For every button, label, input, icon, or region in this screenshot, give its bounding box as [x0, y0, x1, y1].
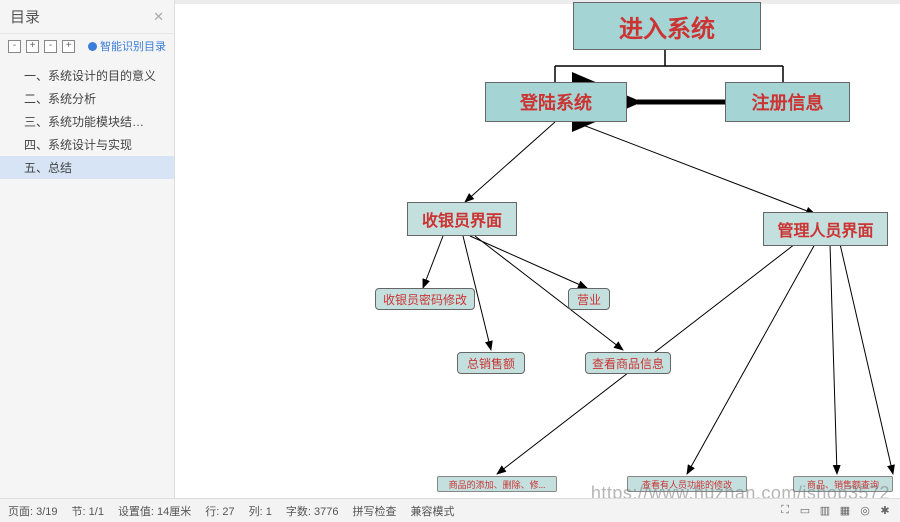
watermark-text: https://www.huzhan.com/ishop3572 — [591, 483, 890, 498]
node-root: 进入系统 — [573, 2, 761, 50]
node-sales: 总销售额 — [457, 352, 525, 374]
status-chars[interactable]: 字数: 3776 — [286, 503, 339, 519]
status-section[interactable]: 节: 1/1 — [72, 503, 104, 519]
toc-item[interactable]: 四、系统设计与实现 — [0, 133, 174, 156]
collapse-all-icon[interactable]: - — [8, 40, 21, 53]
node-cashier: 收银员界面 — [407, 202, 517, 236]
status-col[interactable]: 列: 1 — [249, 503, 272, 519]
view-web-icon[interactable]: ▦ — [838, 504, 852, 518]
node-admin: 管理人员界面 — [763, 212, 888, 246]
status-page[interactable]: 页面: 3/19 — [8, 503, 58, 519]
node-goods: 查看商品信息 — [585, 352, 671, 374]
toc-item[interactable]: 五、总结 — [0, 156, 174, 179]
smart-toc-button[interactable]: 智能识别目录 — [88, 38, 166, 54]
toc-list: 一、系统设计的目的意义 二、系统分析 三、系统功能模块结构设 ... 四、系统设… — [0, 58, 174, 185]
sidebar-toolbar: - + - + 智能识别目录 — [0, 34, 174, 58]
expand-icon[interactable]: + — [62, 40, 75, 53]
flowchart-diagram: 进入系统 登陆系统 注册信息 收银员界面 管理人员界面 收银员密码修改 营业 总… — [175, 4, 900, 498]
node-pwd: 收银员密码修改 — [375, 288, 475, 310]
node-biz: 营业 — [568, 288, 610, 310]
view-outline-icon[interactable]: ▥ — [818, 504, 832, 518]
status-row[interactable]: 行: 27 — [205, 503, 234, 519]
close-icon[interactable]: ✕ — [153, 9, 164, 25]
status-spellcheck[interactable]: 拼写检查 — [352, 503, 396, 519]
node-bottom-left: 商品的添加、删除、修... — [437, 476, 557, 492]
dot-icon — [88, 42, 97, 51]
connector-lines — [175, 4, 900, 498]
node-register: 注册信息 — [725, 82, 850, 122]
toc-item[interactable]: 一、系统设计的目的意义 — [0, 64, 174, 87]
outline-sidebar: 目录 ✕ - + - + 智能识别目录 一、系统设计的目的意义 二、系统分析 三… — [0, 0, 175, 498]
view-page-icon[interactable]: ▭ — [798, 504, 812, 518]
bug-icon[interactable]: ✱ — [878, 504, 892, 518]
fullscreen-icon[interactable]: ⛶ — [778, 504, 792, 518]
collapse-icon[interactable]: - — [44, 40, 57, 53]
statusbar: 页面: 3/19 节: 1/1 设置值: 14厘米 行: 27 列: 1 字数:… — [0, 498, 900, 522]
status-ruler[interactable]: 设置值: 14厘米 — [118, 503, 191, 519]
smart-toc-label: 智能识别目录 — [100, 38, 166, 54]
sidebar-header: 目录 ✕ — [0, 0, 174, 34]
sidebar-title: 目录 — [10, 6, 40, 27]
eye-icon[interactable]: ◎ — [858, 504, 872, 518]
toc-item[interactable]: 二、系统分析 — [0, 87, 174, 110]
expand-all-icon[interactable]: + — [26, 40, 39, 53]
toc-item[interactable]: 三、系统功能模块结构设 ... — [0, 110, 174, 133]
document-canvas[interactable]: 进入系统 登陆系统 注册信息 收银员界面 管理人员界面 收银员密码修改 营业 总… — [175, 0, 900, 498]
node-login: 登陆系统 — [485, 82, 627, 122]
status-compat[interactable]: 兼容模式 — [410, 503, 454, 519]
document-page: 进入系统 登陆系统 注册信息 收银员界面 管理人员界面 收银员密码修改 营业 总… — [175, 4, 900, 498]
